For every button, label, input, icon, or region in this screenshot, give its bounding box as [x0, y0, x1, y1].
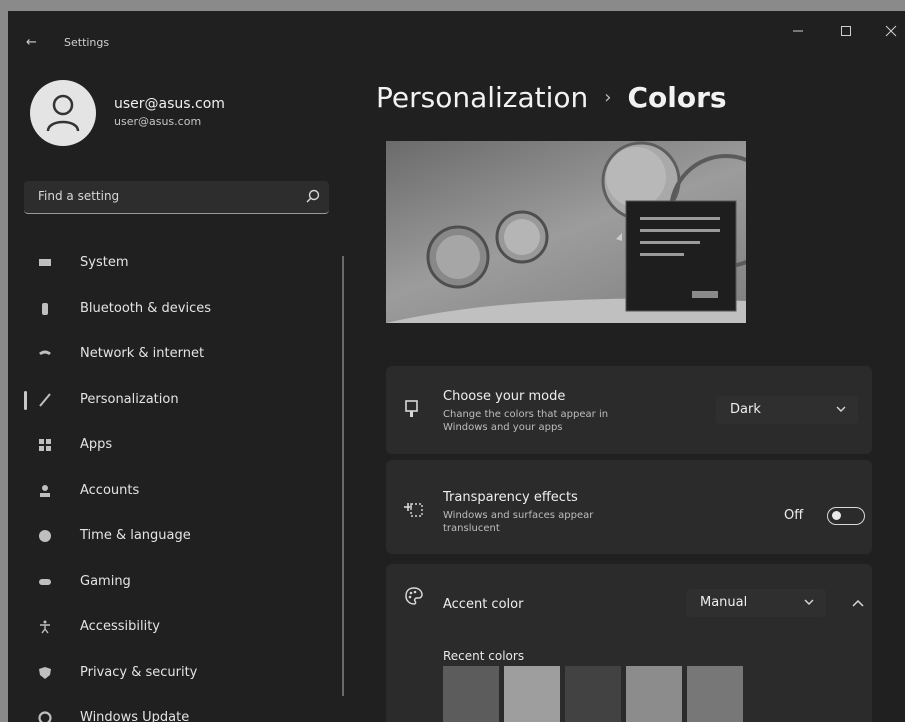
- app-title: Settings: [64, 36, 110, 49]
- maximize-button[interactable]: [831, 25, 861, 49]
- active-indicator: [24, 390, 27, 410]
- close-icon: [885, 25, 897, 37]
- transparency-description: Windows and surfaces appear translucent: [443, 510, 594, 534]
- sidebar-item-label: Gaming: [80, 573, 131, 589]
- system-icon: [39, 259, 51, 266]
- minimize-button[interactable]: [783, 25, 813, 49]
- transparency-title: Transparency effects: [443, 490, 578, 505]
- accent-dropdown[interactable]: Manual: [686, 589, 826, 617]
- sidebar-item-windows-update[interactable]: Windows Update: [24, 696, 344, 722]
- close-button[interactable]: [876, 25, 905, 49]
- chevron-up-icon[interactable]: [852, 600, 864, 608]
- apps-icon: [39, 439, 51, 451]
- chevron-down-icon: [804, 599, 814, 605]
- color-swatch[interactable]: [565, 666, 621, 722]
- sidebar-item-label: System: [80, 255, 129, 270]
- update-icon: [38, 711, 52, 722]
- minimize-icon: [793, 30, 803, 32]
- accent-title: Accent color: [443, 597, 524, 612]
- sidebar-item-label: Time & language: [80, 528, 191, 543]
- color-swatch[interactable]: [504, 666, 560, 722]
- mode-dropdown[interactable]: Dark: [716, 396, 858, 424]
- breadcrumb: Personalization › Colors: [376, 81, 727, 114]
- sidebar-item-privacy-security[interactable]: Privacy & security: [24, 651, 344, 697]
- title-bar: ← Settings: [8, 11, 905, 71]
- sidebar-item-network[interactable]: Network & internet: [24, 332, 344, 378]
- bluetooth-icon: [42, 302, 48, 315]
- transparency-state: Off: [784, 508, 804, 523]
- transparency-toggle[interactable]: [827, 507, 865, 525]
- sidebar-item-label: Bluetooth & devices: [80, 300, 211, 316]
- back-arrow-icon[interactable]: ←: [26, 35, 37, 50]
- mode-title: Choose your mode: [443, 389, 566, 404]
- network-icon: [39, 350, 51, 355]
- sidebar-item-gaming[interactable]: Gaming: [24, 560, 344, 606]
- sidebar-item-label: Windows Update: [80, 710, 190, 722]
- globe-icon: [39, 530, 51, 542]
- user-icon: [46, 94, 80, 132]
- maximize-icon: [841, 26, 851, 36]
- accent-dropdown-value: Manual: [700, 595, 748, 610]
- color-swatch[interactable]: [626, 666, 682, 722]
- sidebar-item-label: Privacy & security: [80, 664, 198, 680]
- palette-icon: [405, 400, 418, 417]
- toggle-knob: [832, 511, 841, 520]
- transparency-icon: [404, 503, 423, 517]
- sidebar-nav: System Bluetooth & devices Network & int…: [24, 241, 344, 722]
- sidebar-item-accounts[interactable]: Accounts: [24, 469, 344, 515]
- avatar[interactable]: [30, 80, 96, 146]
- shield-icon: [39, 666, 51, 679]
- sidebar-item-system[interactable]: System: [24, 241, 344, 287]
- search-input[interactable]: Find a setting: [38, 189, 119, 203]
- chevron-down-icon: [836, 406, 846, 412]
- recent-colors-label: Recent colors: [443, 649, 525, 663]
- sidebar-scrollbar[interactable]: [342, 256, 344, 696]
- mode-description: Change the colors that appear in Windows…: [443, 409, 609, 433]
- sidebar-item-bluetooth[interactable]: Bluetooth & devices: [24, 287, 344, 333]
- transparency-card: Transparency effects Windows and surface…: [386, 460, 872, 554]
- sidebar-item-label: Apps: [80, 437, 113, 452]
- gamepad-icon: [39, 578, 51, 585]
- brush-icon: [39, 392, 51, 407]
- mode-dropdown-value: Dark: [730, 402, 761, 417]
- sidebar-item-apps[interactable]: Apps: [24, 423, 344, 469]
- sidebar-item-personalization[interactable]: Personalization: [24, 378, 344, 424]
- accessibility-icon: [40, 620, 50, 634]
- settings-window: ← Settings user@asus.com user@asus.com F…: [8, 11, 905, 722]
- chevron-right-icon: ›: [604, 87, 612, 108]
- color-swatch[interactable]: [687, 666, 743, 722]
- page-title: Colors: [627, 81, 727, 114]
- accent-color-icon: [405, 587, 423, 605]
- sidebar-item-label: Accessibility: [80, 619, 160, 634]
- sidebar-item-label: Accounts: [80, 482, 140, 498]
- preview-image: [386, 141, 746, 323]
- accounts-icon: [40, 484, 50, 497]
- sidebar-item-label: Network & internet: [80, 346, 205, 361]
- mode-card: Choose your mode Change the colors that …: [386, 366, 872, 454]
- sidebar-item-accessibility[interactable]: Accessibility: [24, 605, 344, 651]
- search-box[interactable]: Find a setting: [24, 181, 329, 214]
- user-name: user@asus.com: [114, 96, 225, 112]
- theme-preview: [386, 141, 746, 323]
- search-icon[interactable]: [306, 189, 320, 203]
- sidebar-item-label: Personalization: [80, 391, 179, 407]
- sidebar-item-time-language[interactable]: Time & language: [24, 514, 344, 560]
- user-email: user@asus.com: [114, 115, 202, 128]
- color-swatch[interactable]: [443, 666, 499, 722]
- breadcrumb-parent[interactable]: Personalization: [376, 81, 588, 114]
